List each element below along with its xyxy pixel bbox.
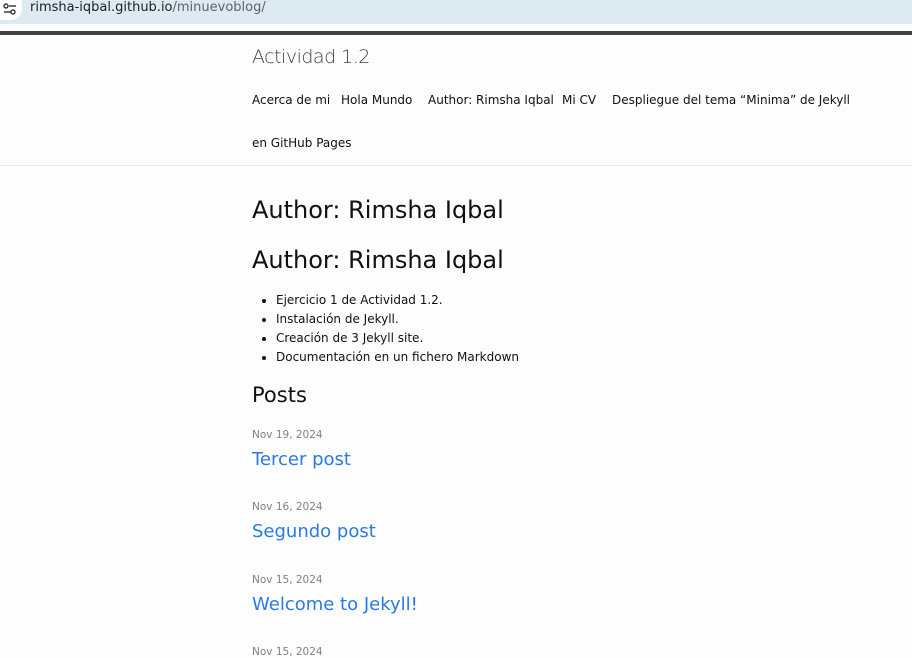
- post-link-tercer[interactable]: Tercer post: [252, 449, 351, 470]
- post-date: Nov 19, 2024: [252, 429, 323, 441]
- list-item: Creación de 3 Jekyll site.: [276, 329, 519, 348]
- nav-link-despliegue-cont[interactable]: en GitHub Pages: [252, 136, 352, 150]
- list-item: Instalación de Jekyll.: [276, 310, 519, 329]
- content-list: Ejercicio 1 de Actividad 1.2. Instalació…: [252, 291, 519, 367]
- post-date: Nov 16, 2024: [252, 501, 323, 513]
- site-title[interactable]: Actividad 1.2: [252, 46, 370, 68]
- nav-link-despliegue[interactable]: Despliegue del tema “Minima” de Jekyll: [612, 93, 850, 107]
- post-link-segundo[interactable]: Segundo post: [252, 521, 376, 542]
- tune-icon[interactable]: [0, 0, 22, 20]
- site-header: Actividad 1.2 Acerca de mi Hola Mundo Au…: [0, 35, 912, 166]
- list-item: Documentación en un fichero Markdown: [276, 348, 519, 367]
- posts-heading: Posts: [252, 383, 307, 407]
- nav-link-author[interactable]: Author: Rimsha Iqbal: [428, 93, 554, 107]
- post-link-welcome[interactable]: Welcome to Jekyll!: [252, 594, 418, 615]
- page-title: Author: Rimsha Iqbal: [252, 196, 504, 224]
- nav-link-cv[interactable]: Mi CV: [562, 93, 596, 107]
- nav-link-hola-mundo[interactable]: Hola Mundo: [341, 93, 412, 107]
- url-path: /minuevoblog/: [172, 0, 266, 15]
- url-host: rimsha-iqbal.github.io: [30, 0, 173, 15]
- post-date: Nov 15, 2024: [252, 574, 323, 586]
- post-date: Nov 15, 2024: [252, 646, 323, 658]
- url-text[interactable]: rimsha-iqbal.github.io/minuevoblog/: [30, 1, 266, 15]
- list-item: Ejercicio 1 de Actividad 1.2.: [276, 291, 519, 310]
- nav-link-acerca[interactable]: Acerca de mi: [252, 93, 330, 107]
- address-bar[interactable]: rimsha-iqbal.github.io/minuevoblog/: [0, 0, 912, 24]
- content-heading: Author: Rimsha Iqbal: [252, 246, 504, 274]
